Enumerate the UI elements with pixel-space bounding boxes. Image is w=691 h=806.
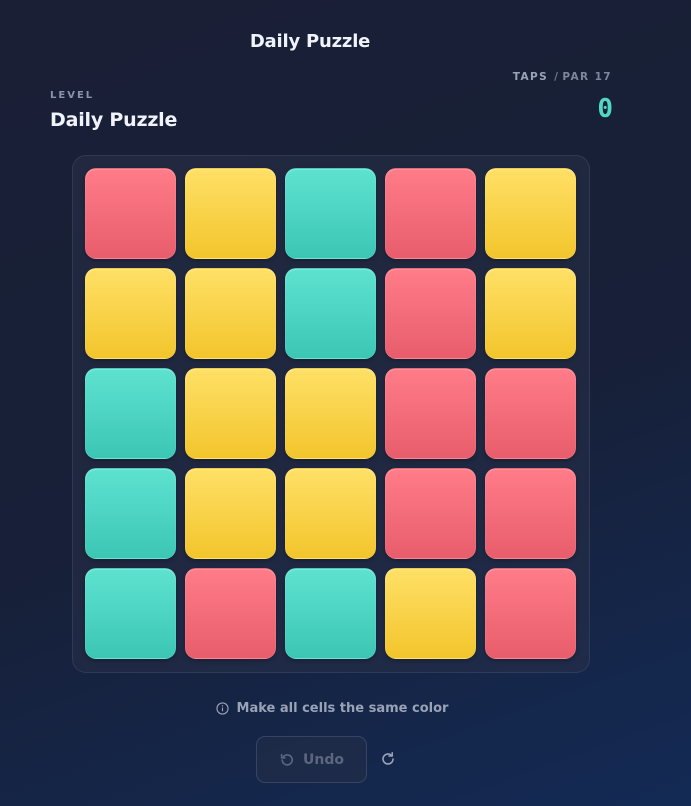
game-board (72, 155, 590, 673)
cell-r2-c5-yellow[interactable] (485, 268, 576, 359)
cell-r1-c4-red[interactable] (385, 168, 476, 259)
cell-r2-c3-teal[interactable] (285, 268, 376, 359)
cell-r1-c5-yellow[interactable] (485, 168, 576, 259)
level-name: Daily Puzzle (50, 109, 178, 131)
cell-r2-c1-yellow[interactable] (85, 268, 176, 359)
cell-r4-c4-red[interactable] (385, 468, 476, 559)
cell-r1-c2-yellow[interactable] (185, 168, 276, 259)
cell-r4-c1-teal[interactable] (85, 468, 176, 559)
undo-icon (280, 753, 293, 766)
cell-r5-c5-red[interactable] (485, 568, 576, 659)
taps-label: TAPS (512, 71, 549, 83)
cell-r4-c3-yellow[interactable] (285, 468, 376, 559)
cell-r5-c2-red[interactable] (185, 568, 276, 659)
cell-r1-c3-teal[interactable] (285, 168, 376, 259)
cell-r4-c5-red[interactable] (485, 468, 576, 559)
cell-r3-c3-yellow[interactable] (285, 368, 376, 459)
taps-separator: / (554, 71, 560, 83)
cell-r5-c1-teal[interactable] (85, 568, 176, 659)
undo-button[interactable]: Undo (256, 736, 367, 783)
cell-r4-c2-yellow[interactable] (185, 468, 276, 559)
cell-r2-c2-yellow[interactable] (185, 268, 276, 359)
page-title: Daily Puzzle (249, 31, 371, 52)
cell-r3-c1-teal[interactable] (85, 368, 176, 459)
undo-label: Undo (303, 751, 344, 768)
cell-r1-c1-red[interactable] (85, 168, 176, 259)
reset-button[interactable] (377, 748, 399, 770)
cell-r3-c4-red[interactable] (385, 368, 476, 459)
cell-r5-c3-teal[interactable] (285, 568, 376, 659)
cell-r2-c4-red[interactable] (385, 268, 476, 359)
cell-r5-c4-yellow[interactable] (385, 568, 476, 659)
info-icon (215, 702, 229, 715)
par-label: PAR 17 (562, 71, 612, 83)
hint-text: Make all cells the same color (236, 701, 449, 716)
cell-r3-c2-yellow[interactable] (185, 368, 276, 459)
taps-par-row: TAPS / PAR 17 (513, 71, 612, 83)
taps-count: 0 (597, 94, 613, 124)
cell-r3-c5-red[interactable] (485, 368, 576, 459)
level-label: LEVEL (50, 90, 95, 101)
hint: Make all cells the same color (0, 701, 664, 716)
reset-icon (382, 752, 394, 765)
